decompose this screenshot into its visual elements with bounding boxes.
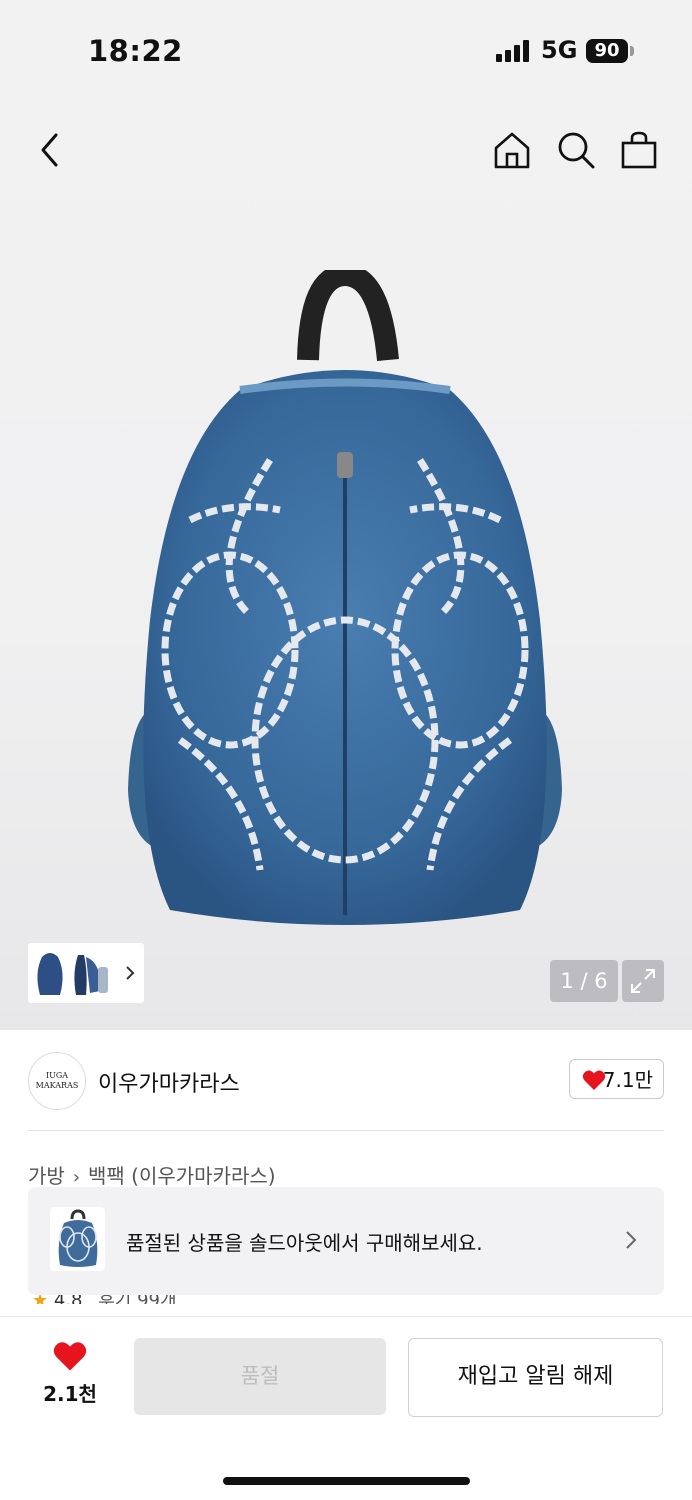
restock-alert-button[interactable]: 재입고 알림 해제 <box>408 1338 663 1417</box>
brand-row[interactable]: IUGA MAKARAS 이우가마카라스 7.1만 <box>28 1052 664 1110</box>
home-indicator[interactable] <box>223 1477 470 1485</box>
back-icon[interactable] <box>36 132 64 168</box>
heart-icon <box>582 1070 606 1090</box>
banner-product-image <box>58 1209 98 1267</box>
image-counter: 1 / 6 <box>550 960 618 1002</box>
search-icon[interactable] <box>556 130 596 170</box>
brand-logo-line1: IUGA <box>45 1071 69 1080</box>
chevron-right-icon <box>626 1231 637 1249</box>
status-time: 18:22 <box>88 34 183 68</box>
brand-logo[interactable]: IUGA MAKARAS <box>28 1052 86 1110</box>
breadcrumb-separator-icon: › <box>72 1167 81 1188</box>
chevron-right-icon[interactable] <box>124 965 136 981</box>
breadcrumb-level1[interactable]: 가방 <box>28 1164 65 1188</box>
banner-text: 품절된 상품을 솔드아웃에서 구매해보세요. <box>126 1231 483 1255</box>
shopping-bag-icon[interactable] <box>620 130 658 170</box>
network-label: 5G <box>541 36 578 64</box>
expand-icon <box>631 969 655 993</box>
brand-logo-line2: MAKARAS <box>35 1081 79 1090</box>
banner-thumbnail <box>50 1207 105 1271</box>
soldout-banner[interactable]: 품절된 상품을 솔드아웃에서 구매해보세요. <box>28 1187 664 1295</box>
breadcrumb-level2[interactable]: 백팩 (이우가마카라스) <box>88 1164 276 1188</box>
status-bar: 18:22 5G 90 <box>0 0 692 100</box>
home-icon[interactable] <box>492 130 532 170</box>
product-image <box>128 270 562 925</box>
battery-icon: 90 <box>586 39 628 63</box>
signal-icon <box>496 40 529 62</box>
expand-button[interactable] <box>622 960 664 1002</box>
brand-like-button[interactable]: 7.1만 <box>569 1059 664 1099</box>
wishlist-count: 2.1천 <box>43 1382 97 1406</box>
brand-like-count: 7.1만 <box>602 1068 653 1092</box>
divider <box>28 1130 664 1131</box>
thumbnail-strip[interactable] <box>28 943 144 1003</box>
breadcrumb: 가방 › 백팩 (이우가마카라스) <box>28 1160 276 1189</box>
heart-icon <box>53 1342 87 1371</box>
wishlist-button[interactable]: 2.1천 <box>30 1340 110 1407</box>
soldout-button: 품절 <box>134 1338 386 1415</box>
bottom-bar-divider <box>0 1316 692 1317</box>
battery-tip <box>630 46 634 56</box>
brand-name[interactable]: 이우가마카라스 <box>98 1066 240 1098</box>
